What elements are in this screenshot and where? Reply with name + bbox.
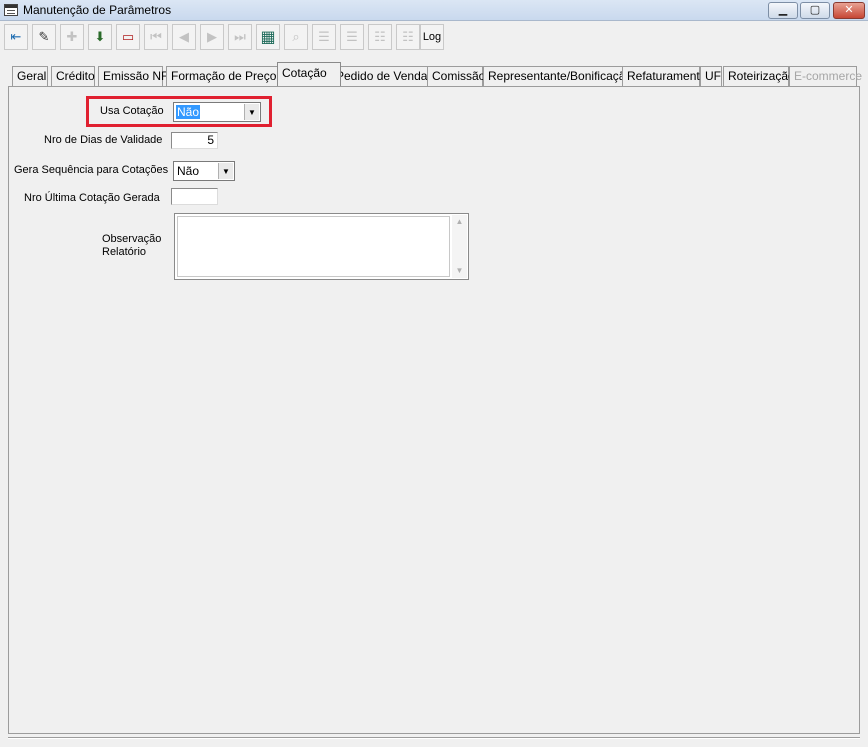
tab-label: Formação de Preço (171, 69, 277, 83)
tab-label: Refaturamento (627, 69, 707, 83)
tab-comissao[interactable]: Comissão (427, 66, 486, 86)
tab-label: Representante/Bonificação (488, 69, 633, 83)
tab-label: Roteirização (728, 69, 795, 83)
textarea-content[interactable] (177, 216, 450, 277)
tab-label: Crédito (56, 69, 95, 83)
gera-sequencia-select[interactable]: Não ▼ (173, 161, 235, 181)
scroll-down-icon[interactable]: ▼ (452, 264, 467, 278)
tab-representante-bonificacao[interactable]: Representante/Bonificação (483, 66, 632, 86)
search-button[interactable]: ⌕ (284, 24, 308, 50)
app-icon (4, 4, 18, 16)
grid-4-icon: ☷ (402, 29, 414, 44)
grid-2-button[interactable]: ☰ (340, 24, 364, 50)
first-record-button[interactable]: ⏮ (144, 24, 168, 50)
status-bar (8, 737, 860, 739)
grid-4-button[interactable]: ☷ (396, 24, 420, 50)
save-button[interactable]: ⬇ (88, 24, 112, 50)
maximize-button[interactable]: ▢ (800, 2, 830, 19)
tab-ecommerce[interactable]: E-commerce (789, 66, 862, 86)
scroll-up-icon[interactable]: ▲ (452, 215, 467, 229)
tab-label: Geral (17, 69, 47, 83)
tab-refaturamento[interactable]: Refaturamento (622, 66, 706, 86)
tab-credito[interactable]: Crédito (51, 66, 95, 86)
open-button[interactable]: ▭ (116, 24, 140, 50)
prev-record-button[interactable]: ◀ (172, 24, 196, 50)
usa-cotacao-select[interactable]: Não ▼ (173, 102, 261, 122)
toolbar: ⇤ ✎ ✚ ⬇ ▭ ⏮ ◀ ▶ ⏭ ▦ ⌕ ☰ ☰ ☷ ☷ Log (2, 24, 866, 51)
save-icon: ⬇ (94, 29, 106, 44)
next-record-icon: ▶ (207, 29, 217, 44)
prev-record-icon: ◀ (179, 29, 189, 44)
chevron-down-icon[interactable]: ▼ (218, 163, 233, 179)
close-button[interactable]: ✕ (833, 2, 865, 19)
gera-sequencia-value: Não (177, 164, 200, 178)
ultima-cotacao-input[interactable] (171, 188, 218, 205)
ultima-cotacao-label: Nro Última Cotação Gerada (24, 192, 160, 204)
textarea-scrollbar[interactable]: ▲ ▼ (452, 215, 467, 278)
title-bar: Manutenção de Parâmetros ▁ ▢ ✕ (0, 0, 868, 21)
next-record-button[interactable]: ▶ (200, 24, 224, 50)
open-icon: ▭ (121, 29, 135, 44)
gera-sequencia-label: Gera Sequência para Cotações (14, 164, 169, 176)
usa-cotacao-label: Usa Cotação (100, 105, 164, 117)
tab-panel-cotacao (8, 86, 860, 734)
relatorio-label: Relatório (102, 246, 147, 258)
grid-1-button[interactable]: ☰ (312, 24, 336, 50)
new-record-icon: ✚ (66, 29, 78, 44)
tab-strip: Geral Crédito Emissão NF Formação de Pre… (12, 62, 862, 86)
tab-geral[interactable]: Geral (12, 66, 48, 86)
last-record-button[interactable]: ⏭ (228, 24, 252, 50)
tab-pedido-venda[interactable]: Pedido de Venda (331, 66, 436, 86)
tab-emissao-nf[interactable]: Emissão NF (98, 66, 168, 86)
search-icon: ⌕ (292, 29, 300, 44)
observacao-label: Observação (102, 233, 162, 245)
tab-label: E-commerce (794, 69, 863, 83)
usa-cotacao-value: Não (176, 105, 201, 119)
print-button[interactable]: ▦ (256, 24, 280, 50)
tab-label: Comissão (432, 69, 486, 83)
exit-button[interactable]: ⇤ (4, 24, 28, 50)
window-title: Manutenção de Parâmetros (23, 3, 172, 17)
chevron-down-icon[interactable]: ▼ (244, 104, 259, 120)
minimize-button[interactable]: ▁ (768, 2, 798, 19)
tab-label: UF (705, 69, 721, 83)
new-record-button[interactable]: ✚ (60, 24, 84, 50)
dias-validade-label: Nro de Dias de Validade (44, 134, 163, 146)
grid-1-icon: ☰ (318, 29, 330, 44)
tab-uf[interactable]: UF (700, 66, 722, 86)
tab-roteirizacao[interactable]: Roteirização (723, 66, 795, 86)
dias-validade-input[interactable]: 5 (171, 132, 218, 149)
grid-3-button[interactable]: ☷ (368, 24, 392, 50)
grid-3-icon: ☷ (374, 29, 386, 44)
log-button[interactable]: Log (420, 24, 444, 50)
last-record-icon: ⏭ (234, 29, 246, 44)
eraser-icon: ✎ (38, 29, 50, 44)
tab-cotacao[interactable]: Cotação (277, 62, 341, 86)
eraser-button[interactable]: ✎ (32, 24, 56, 50)
observacao-relatorio-textarea[interactable]: ▲ ▼ (174, 213, 469, 280)
first-record-icon: ⏮ (150, 29, 162, 44)
tab-label: Cotação (282, 66, 327, 80)
tab-formacao-preco[interactable]: Formação de Preço (166, 66, 282, 86)
tab-label: Pedido de Venda (336, 69, 428, 83)
exit-icon: ⇤ (10, 29, 22, 44)
tab-label: Emissão NF (103, 69, 169, 83)
print-icon: ▦ (260, 29, 276, 46)
grid-2-icon: ☰ (346, 29, 358, 44)
